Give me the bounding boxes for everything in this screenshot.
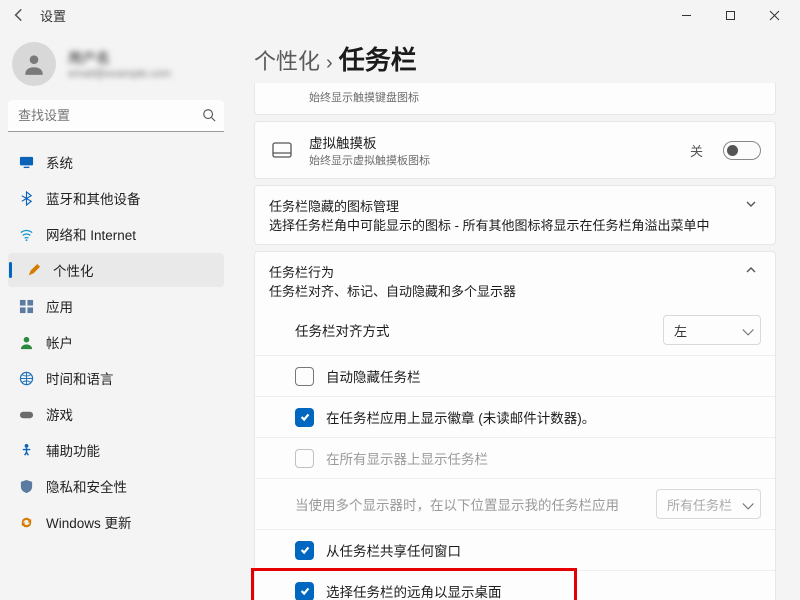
row-label: 在所有显示器上显示任务栏 xyxy=(326,448,761,468)
nav-label: 辅助功能 xyxy=(46,440,100,460)
app-title: 设置 xyxy=(40,6,66,25)
checkbox xyxy=(295,449,314,468)
nav-label: 时间和语言 xyxy=(46,368,114,388)
nav-gaming[interactable]: 游戏 xyxy=(8,397,224,431)
row-subtitle: 始终显示触摸键盘图标 xyxy=(309,89,709,105)
nav-label: 蓝牙和其他设备 xyxy=(46,188,141,208)
nav-windows-update[interactable]: Windows 更新 xyxy=(8,505,224,539)
row-title: 虚拟触摸板 xyxy=(309,132,676,152)
row-label: 在任务栏应用上显示徽章 (未读邮件计数器)。 xyxy=(326,407,761,427)
search-input[interactable] xyxy=(8,100,224,132)
nav-label: 应用 xyxy=(46,296,73,316)
gamepad-icon xyxy=(18,406,34,422)
nav-bluetooth[interactable]: 蓝牙和其他设备 xyxy=(8,181,224,215)
chevron-right-icon: › xyxy=(326,52,333,75)
user-block[interactable]: 用户名 email@example.com xyxy=(6,34,226,100)
nav-personalization[interactable]: 个性化 xyxy=(8,253,224,287)
section-taskbar-behaviors[interactable]: 任务栏行为 任务栏对齐、标记、自动隐藏和多个显示器 xyxy=(254,251,776,311)
nav-time-language[interactable]: 时间和语言 xyxy=(8,361,224,395)
search-icon xyxy=(202,108,216,125)
maximize-button[interactable] xyxy=(708,0,752,30)
touchpad-icon xyxy=(269,142,295,158)
behaviors-rows: 任务栏对齐方式 左 自动隐藏任务栏 在任务栏应用上显示徽章 (未读邮件计数器)。… xyxy=(254,305,776,600)
accessibility-icon xyxy=(18,442,34,458)
wifi-icon xyxy=(18,226,34,242)
breadcrumb: 个性化 › 任务栏 xyxy=(254,40,776,77)
nav-system[interactable]: 系统 xyxy=(8,145,224,179)
monitor-icon xyxy=(18,154,34,170)
chevron-up-icon xyxy=(741,262,761,279)
nav-label: 网络和 Internet xyxy=(46,224,136,244)
checkbox[interactable] xyxy=(295,408,314,427)
nav-label: 帐户 xyxy=(46,332,73,352)
row-multimon-location: 当使用多个显示器时，在以下位置显示我的任务栏应用 所有任务栏 xyxy=(255,478,775,529)
checkbox[interactable] xyxy=(295,367,314,386)
person-icon xyxy=(18,334,34,350)
row-label: 选择任务栏的远角以显示桌面 xyxy=(326,581,761,600)
checkbox[interactable] xyxy=(295,541,314,560)
row-label: 当使用多个显示器时，在以下位置显示我的任务栏应用 xyxy=(295,494,644,514)
search-box[interactable] xyxy=(8,100,224,132)
user-name: 用户名 xyxy=(68,48,171,68)
alignment-select[interactable]: 左 xyxy=(663,315,761,345)
avatar xyxy=(12,42,56,86)
nav-apps[interactable]: 应用 xyxy=(8,289,224,323)
section-subtitle: 选择任务栏角中可能显示的图标 - 所有其他图标将显示在任务栏角溢出菜单中 xyxy=(269,215,741,234)
nav-accessibility[interactable]: 辅助功能 xyxy=(8,433,224,467)
nav-label: 系统 xyxy=(46,152,73,172)
row-all-displays: 在所有显示器上显示任务栏 xyxy=(255,437,775,478)
nav-label: 隐私和安全性 xyxy=(46,476,127,496)
toggle-state: 关 xyxy=(690,141,703,160)
row-label: 任务栏对齐方式 xyxy=(295,320,651,340)
shield-icon xyxy=(18,478,34,494)
nav-privacy[interactable]: 隐私和安全性 xyxy=(8,469,224,503)
row-label: 从任务栏共享任何窗口 xyxy=(326,540,761,560)
title-bar: 设置 xyxy=(0,0,800,30)
globe-icon xyxy=(18,370,34,386)
nav-label: 个性化 xyxy=(53,260,94,280)
minimize-button[interactable] xyxy=(664,0,708,30)
setting-row-touch-keyboard[interactable]: 始终显示触摸键盘图标 xyxy=(254,83,776,115)
row-share-any-window[interactable]: 从任务栏共享任何窗口 xyxy=(255,529,775,570)
breadcrumb-root[interactable]: 个性化 xyxy=(254,44,320,76)
nav-label: 游戏 xyxy=(46,404,73,424)
nav-label: Windows 更新 xyxy=(46,512,132,532)
sidebar: 用户名 email@example.com 系统 蓝牙和其他设备 网络和 Int… xyxy=(0,30,232,600)
row-alignment: 任务栏对齐方式 左 xyxy=(255,305,775,355)
checkbox[interactable] xyxy=(295,582,314,600)
user-email: email@example.com xyxy=(68,68,171,80)
section-title: 任务栏隐藏的图标管理 xyxy=(269,196,741,215)
setting-row-virtual-touchpad[interactable]: 虚拟触摸板 始终显示虚拟触摸板图标 关 xyxy=(254,121,776,179)
section-title: 任务栏行为 xyxy=(269,262,741,281)
row-subtitle: 始终显示虚拟触摸板图标 xyxy=(309,152,676,168)
row-autohide[interactable]: 自动隐藏任务栏 xyxy=(255,355,775,396)
row-badges[interactable]: 在任务栏应用上显示徽章 (未读邮件计数器)。 xyxy=(255,396,775,437)
apps-icon xyxy=(18,298,34,314)
close-button[interactable] xyxy=(752,0,796,30)
nav-accounts[interactable]: 帐户 xyxy=(8,325,224,359)
paintbrush-icon xyxy=(25,262,41,278)
row-label: 自动隐藏任务栏 xyxy=(326,366,761,386)
page-title: 任务栏 xyxy=(339,40,417,77)
back-button[interactable] xyxy=(10,6,28,24)
nav-network[interactable]: 网络和 Internet xyxy=(8,217,224,251)
section-subtitle: 任务栏对齐、标记、自动隐藏和多个显示器 xyxy=(269,281,741,300)
chevron-down-icon xyxy=(741,196,761,213)
toggle-switch[interactable] xyxy=(723,141,761,160)
update-icon xyxy=(18,514,34,530)
row-far-corner-desktop[interactable]: 选择任务栏的远角以显示桌面 xyxy=(255,570,775,600)
section-corner-icons[interactable]: 任务栏隐藏的图标管理 选择任务栏角中可能显示的图标 - 所有其他图标将显示在任务… xyxy=(254,185,776,245)
bluetooth-icon xyxy=(18,190,34,206)
multimon-select: 所有任务栏 xyxy=(656,489,761,519)
main-content: 个性化 › 任务栏 始终显示触摸键盘图标 虚拟触摸板 始终显示虚拟触摸板图标 关… xyxy=(232,30,800,600)
